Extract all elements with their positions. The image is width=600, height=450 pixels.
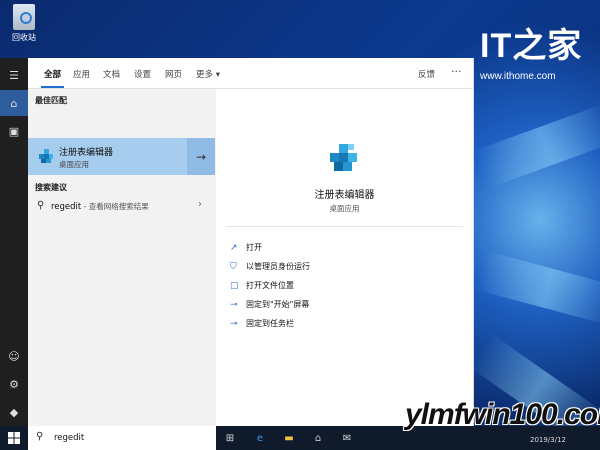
suggestion-query: regedit [51,202,82,212]
search-icon: ⚲ [37,200,45,211]
brand-url: www.ithome.com [480,71,556,82]
recycle-bin-label: 回收站 [12,33,36,42]
home-icon[interactable]: ⌂ [0,90,28,116]
pin-icon: ⊸ [230,300,238,310]
documents-icon[interactable]: ▣ [0,118,28,144]
file-explorer-icon[interactable]: ▬ [281,430,297,446]
clock-date[interactable]: 2019/3/12 [530,436,566,444]
result-detail-pane: 注册表编辑器 桌面应用 ↗ 打开 ⛉ 以管理员身份运行 ▢ 打开文件位置 ⊸ 固定到"开… [216,89,473,426]
tab-web[interactable]: 网页 [165,68,182,80]
action-open[interactable]: ↗ 打开 [230,242,262,256]
action-pin-to-taskbar[interactable]: ⊸ 固定到任务栏 [230,318,294,332]
search-panel: 全部 应用 文档 设置 网页 更多 ▾ 反馈 ··· 最佳匹配 注册表编辑器 桌… [28,58,474,426]
best-match-result[interactable]: 注册表编辑器 桌面应用 [28,138,187,175]
tab-settings[interactable]: 设置 [134,68,151,80]
chevron-right-icon: › [198,199,202,210]
windows-logo-icon [8,432,20,444]
divider [226,226,463,227]
regedit-app-icon [39,149,53,163]
store-icon[interactable]: ⌂ [310,430,326,446]
tab-all[interactable]: 全部 [40,68,65,88]
best-match-title: 注册表编辑器 [59,148,114,158]
search-input[interactable] [52,430,206,446]
suggestions-heading: 搜索建议 [35,183,67,192]
recycle-bin-shortcut[interactable]: 回收站 [4,4,44,43]
web-suggestion-item[interactable]: ⚲ regedit - 查看网络搜索结果 › [28,195,215,217]
regedit-large-icon [330,144,357,171]
tab-apps[interactable]: 应用 [73,68,90,80]
ithome-logo: IT之家 [480,27,583,65]
tab-more[interactable]: 更多 ▾ [196,68,220,80]
action-pin-to-start[interactable]: ⊸ 固定到"开始"屏幕 [230,299,309,313]
pin-icon: ⊸ [230,319,238,329]
windows-start-button[interactable] [0,426,28,450]
site-watermark: ylmfwin100.com [405,398,600,431]
action-run-as-admin[interactable]: ⛉ 以管理员身份运行 [230,261,310,275]
light-beam [473,103,600,189]
feedback-link[interactable]: 反馈 [418,68,435,80]
hamburger-menu-icon[interactable]: ☰ [0,62,28,88]
feedback-icon[interactable]: ◆ [0,399,28,425]
search-tabs: 全部 应用 文档 设置 网页 更多 ▾ 反馈 ··· [28,58,473,89]
file-location-icon: ▢ [230,281,239,291]
open-icon: ↗ [230,243,238,253]
detail-subtitle: 桌面应用 [329,204,360,213]
search-icon: ⚲ [36,431,44,442]
results-list: 最佳匹配 注册表编辑器 桌面应用 → 搜索建议 ⚲ regedit - 查看网络… [28,89,215,426]
best-match-heading: 最佳匹配 [35,96,67,105]
edge-browser-icon[interactable]: e [252,430,268,446]
action-open-file-location[interactable]: ▢ 打开文件位置 [230,280,294,294]
brand-watermark: IT之家 www.ithome.com [480,18,582,82]
light-beam [474,250,600,326]
start-rail: ☰ ⌂ ▣ ☺ ⚙ ◆ [0,58,28,426]
tab-documents[interactable]: 文档 [103,68,120,80]
expand-arrow-icon[interactable]: → [187,138,215,175]
suggestion-hint: - 查看网络搜索结果 [81,202,149,211]
task-view-icon[interactable]: ⊞ [222,430,238,446]
settings-gear-icon[interactable]: ⚙ [0,371,28,397]
more-options-icon[interactable]: ··· [451,65,462,78]
user-icon[interactable]: ☺ [0,343,28,369]
admin-shield-icon: ⛉ [230,262,237,272]
taskbar-search-box[interactable]: ⚲ [28,426,216,450]
recycle-bin-icon [13,4,35,30]
best-match-subtitle: 桌面应用 [59,160,89,169]
detail-title: 注册表编辑器 [314,190,375,201]
mail-icon[interactable]: ✉ [339,430,355,446]
